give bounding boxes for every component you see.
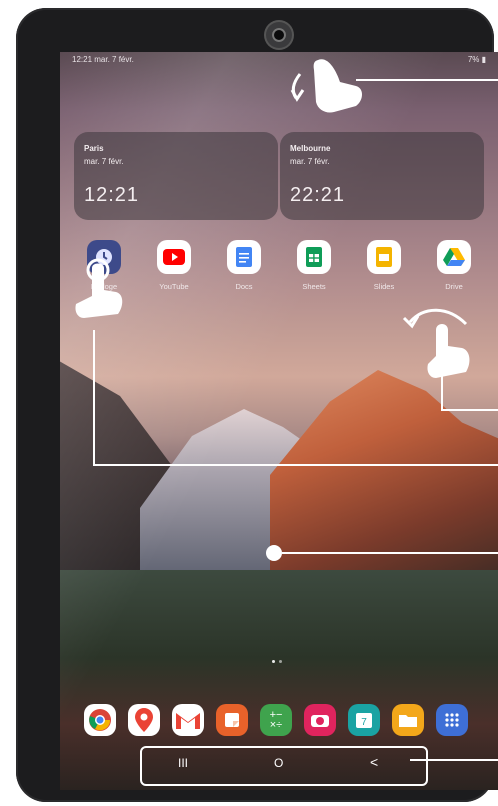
tap-hand-icon [75, 258, 123, 318]
touch-point-icon [266, 545, 282, 561]
annotation-lines [93, 79, 498, 761]
swipe-down-hand-icon [290, 59, 362, 113]
gesture-overlay [75, 59, 498, 761]
drag-hand-icon [402, 308, 470, 378]
